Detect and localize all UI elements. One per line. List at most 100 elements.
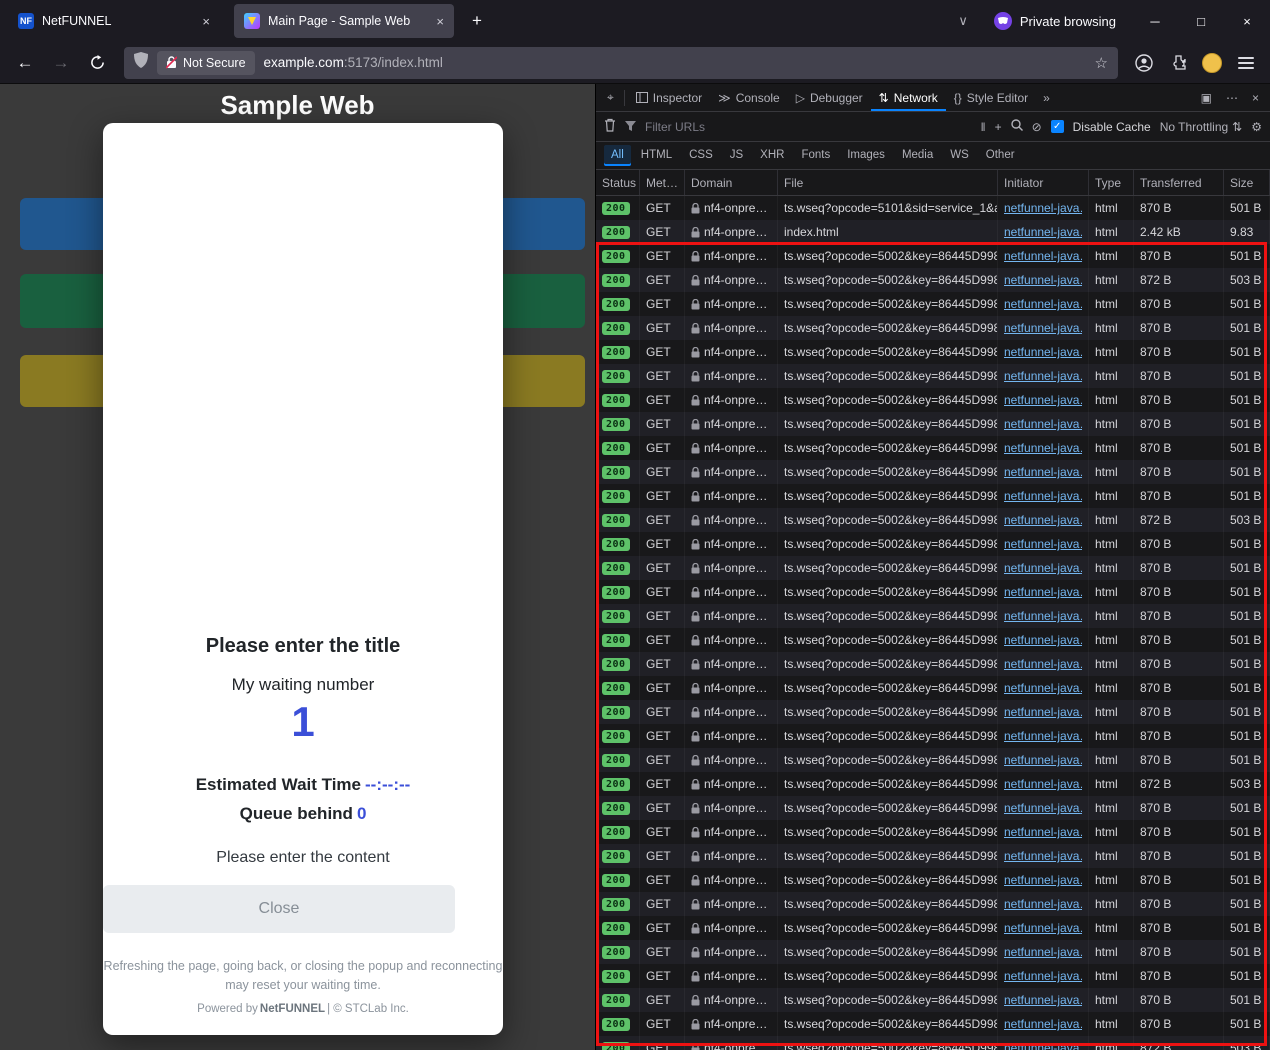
network-request-row[interactable]: 200 GET nf4-onpre… ts.wseq?opcode=5002&k… <box>596 796 1270 820</box>
cell-initiator[interactable]: netfunnel-java… <box>998 532 1089 556</box>
cell-initiator[interactable]: netfunnel-java… <box>998 772 1089 796</box>
cell-initiator[interactable]: netfunnel-java… <box>998 484 1089 508</box>
new-tab-button[interactable]: + <box>462 6 492 36</box>
network-request-row[interactable]: 200 GET nf4-onpre… ts.wseq?opcode=5002&k… <box>596 460 1270 484</box>
disable-cache-label[interactable]: Disable Cache <box>1073 120 1151 134</box>
network-request-row[interactable]: 200 GET nf4-onpre… ts.wseq?opcode=5002&k… <box>596 988 1270 1012</box>
tab-network[interactable]: ⇅ Network <box>871 84 946 111</box>
network-request-row[interactable]: 200 GET nf4-onpre… ts.wseq?opcode=5002&k… <box>596 868 1270 892</box>
tab-netfunnel[interactable]: NF NetFUNNEL × <box>8 4 220 38</box>
throttling-select[interactable]: No Throttling ⇅ <box>1160 120 1243 134</box>
pick-element-icon[interactable]: ⌖ <box>600 84 621 111</box>
modal-close-button[interactable]: Close <box>103 885 455 933</box>
cell-initiator[interactable]: netfunnel-java… <box>998 676 1089 700</box>
network-request-row[interactable]: 200 GET nf4-onpre… ts.wseq?opcode=5002&k… <box>596 772 1270 796</box>
tab-list-chevron-icon[interactable]: ∨ <box>958 13 968 29</box>
network-request-row[interactable]: 200 GET nf4-onpre… ts.wseq?opcode=5101&s… <box>596 196 1270 220</box>
not-secure-chip[interactable]: Not Secure <box>157 51 255 75</box>
cell-initiator[interactable]: netfunnel-java… <box>998 868 1089 892</box>
window-close-button[interactable]: × <box>1224 0 1270 42</box>
back-button[interactable]: ← <box>8 46 42 80</box>
tab-console[interactable]: ≫ Console <box>710 84 788 111</box>
network-request-row[interactable]: 200 GET nf4-onpre… ts.wseq?opcode=5002&k… <box>596 580 1270 604</box>
cell-initiator[interactable]: netfunnel-java… <box>998 844 1089 868</box>
pause-recording-icon[interactable]: ‖ <box>981 120 986 134</box>
network-request-row[interactable]: 200 GET nf4-onpre… ts.wseq?opcode=5002&k… <box>596 268 1270 292</box>
tab-inspector[interactable]: Inspector <box>628 84 710 111</box>
filter-js[interactable]: JS <box>723 145 750 166</box>
cell-initiator[interactable]: netfunnel-java… <box>998 652 1089 676</box>
network-request-row[interactable]: 200 GET nf4-onpre… ts.wseq?opcode=5002&k… <box>596 820 1270 844</box>
cell-initiator[interactable]: netfunnel-java… <box>998 820 1089 844</box>
network-request-row[interactable]: 200 GET nf4-onpre… ts.wseq?opcode=5002&k… <box>596 892 1270 916</box>
cell-initiator[interactable]: netfunnel-java… <box>998 988 1089 1012</box>
filter-html[interactable]: HTML <box>634 145 679 166</box>
tab-main-page[interactable]: Main Page - Sample Web × <box>234 4 454 38</box>
shield-icon[interactable] <box>134 52 148 73</box>
reload-button[interactable] <box>80 46 114 80</box>
column-type[interactable]: Type <box>1089 170 1134 195</box>
extensions-icon[interactable] <box>1162 47 1194 79</box>
profile-avatar[interactable] <box>1196 47 1228 79</box>
network-request-row[interactable]: 200 GET nf4-onpre… ts.wseq?opcode=5002&k… <box>596 316 1270 340</box>
network-request-row[interactable]: 200 GET nf4-onpre… ts.wseq?opcode=5002&k… <box>596 964 1270 988</box>
tab-debugger[interactable]: ▷ Debugger <box>788 84 871 111</box>
cell-initiator[interactable]: netfunnel-java… <box>998 364 1089 388</box>
network-request-row[interactable]: 200 GET nf4-onpre… ts.wseq?opcode=5002&k… <box>596 1012 1270 1036</box>
filter-xhr[interactable]: XHR <box>753 145 791 166</box>
filter-urls-input[interactable] <box>645 120 972 134</box>
column-domain[interactable]: Domain <box>685 170 778 195</box>
network-request-row[interactable]: 200 GET nf4-onpre… ts.wseq?opcode=5002&k… <box>596 388 1270 412</box>
network-request-row[interactable]: 200 GET nf4-onpre… ts.wseq?opcode=5002&k… <box>596 604 1270 628</box>
network-request-row[interactable]: 200 GET nf4-onpre… ts.wseq?opcode=5002&k… <box>596 652 1270 676</box>
cell-initiator[interactable]: netfunnel-java… <box>998 244 1089 268</box>
column-status[interactable]: Status <box>596 170 640 195</box>
cell-initiator[interactable]: netfunnel-java… <box>998 628 1089 652</box>
cell-initiator[interactable]: netfunnel-java… <box>998 412 1089 436</box>
network-request-row[interactable]: 200 GET nf4-onpre… ts.wseq?opcode=5002&k… <box>596 436 1270 460</box>
network-request-row[interactable]: 200 GET nf4-onpre… ts.wseq?opcode=5002&k… <box>596 676 1270 700</box>
network-request-row[interactable]: 200 GET nf4-onpre… ts.wseq?opcode=5002&k… <box>596 340 1270 364</box>
maximize-button[interactable]: □ <box>1178 0 1224 42</box>
network-request-row[interactable]: 200 GET nf4-onpre… ts.wseq?opcode=5002&k… <box>596 532 1270 556</box>
network-request-row[interactable]: 200 GET nf4-onpre… ts.wseq?opcode=5002&k… <box>596 916 1270 940</box>
devtools-menu-icon[interactable]: ⋯ <box>1219 84 1245 111</box>
filter-all[interactable]: All <box>604 145 631 166</box>
cell-initiator[interactable]: netfunnel-java… <box>998 1012 1089 1036</box>
filter-other[interactable]: Other <box>979 145 1022 166</box>
filter-fonts[interactable]: Fonts <box>794 145 837 166</box>
clear-requests-icon[interactable] <box>604 118 616 135</box>
network-request-row[interactable]: 200 GET nf4-onpre… index.html netfunnel-… <box>596 220 1270 244</box>
cell-initiator[interactable]: netfunnel-java… <box>998 748 1089 772</box>
account-icon[interactable] <box>1128 47 1160 79</box>
filter-media[interactable]: Media <box>895 145 940 166</box>
network-request-row[interactable]: 200 GET nf4-onpre… ts.wseq?opcode=5002&k… <box>596 412 1270 436</box>
tab-style-editor[interactable]: {} Style Editor <box>946 84 1036 111</box>
devtools-close-icon[interactable]: × <box>1245 84 1266 111</box>
network-request-row[interactable]: 200 GET nf4-onpre… ts.wseq?opcode=5002&k… <box>596 556 1270 580</box>
network-settings-gear-icon[interactable]: ⚙ <box>1251 120 1262 134</box>
more-tabs-icon[interactable]: » <box>1036 84 1057 111</box>
cell-initiator[interactable]: netfunnel-java… <box>998 916 1089 940</box>
filter-css[interactable]: CSS <box>682 145 720 166</box>
request-blocking-icon[interactable]: ⊘ <box>1032 120 1042 134</box>
column-file[interactable]: File <box>778 170 998 195</box>
cell-initiator[interactable]: netfunnel-java… <box>998 436 1089 460</box>
cell-initiator[interactable]: netfunnel-java… <box>998 268 1089 292</box>
tab-close-icon[interactable]: × <box>436 14 444 29</box>
cell-initiator[interactable]: netfunnel-java… <box>998 316 1089 340</box>
column-initiator[interactable]: Initiator <box>998 170 1089 195</box>
add-request-icon[interactable]: + <box>995 120 1002 134</box>
column-size[interactable]: Size <box>1224 170 1270 195</box>
network-request-row[interactable]: 200 GET nf4-onpre… ts.wseq?opcode=5002&k… <box>596 292 1270 316</box>
cell-initiator[interactable]: netfunnel-java… <box>998 340 1089 364</box>
cell-initiator[interactable]: netfunnel-java… <box>998 604 1089 628</box>
network-request-row[interactable]: 200 GET nf4-onpre… ts.wseq?opcode=5002&k… <box>596 484 1270 508</box>
cell-initiator[interactable]: netfunnel-java… <box>998 292 1089 316</box>
network-request-row[interactable]: 200 GET nf4-onpre… ts.wseq?opcode=5002&k… <box>596 364 1270 388</box>
forward-button[interactable]: → <box>44 46 78 80</box>
cell-initiator[interactable]: netfunnel-java… <box>998 964 1089 988</box>
column-transferred[interactable]: Transferred <box>1134 170 1224 195</box>
cell-initiator[interactable]: netfunnel-java… <box>998 388 1089 412</box>
tab-close-icon[interactable]: × <box>202 14 210 29</box>
